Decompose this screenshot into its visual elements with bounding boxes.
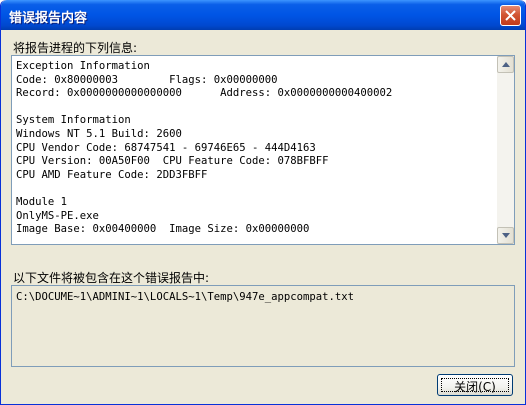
close-button[interactable]: 关闭(C)	[437, 374, 513, 396]
window-title: 错误报告内容	[9, 11, 88, 26]
scroll-down-button[interactable]	[497, 227, 514, 244]
close-button-label: 关闭(C)	[454, 380, 496, 394]
vertical-scrollbar[interactable]	[497, 56, 514, 244]
title-close-button[interactable]	[500, 5, 521, 26]
close-x-icon	[505, 10, 516, 21]
info-label: 将报告进程的下列信息:	[13, 41, 138, 55]
info-text: Exception Information Code: 0x80000003 F…	[16, 60, 393, 236]
files-listbox[interactable]: C:\DOCUME~1\ADMINI~1\LOCALS~1\Temp\947e_…	[11, 285, 515, 367]
info-textbox[interactable]: Exception Information Code: 0x80000003 F…	[11, 55, 515, 245]
arrow-up-icon	[502, 62, 510, 67]
error-report-dialog: 错误报告内容 将报告进程的下列信息: Exception Information…	[0, 0, 526, 405]
scroll-up-button[interactable]	[497, 56, 514, 73]
arrow-down-icon	[502, 233, 510, 238]
file-path[interactable]: C:\DOCUME~1\ADMINI~1\LOCALS~1\Temp\947e_…	[16, 291, 354, 303]
title-bar[interactable]: 错误报告内容	[1, 0, 525, 30]
files-label: 以下文件将被包含在这个错误报告中:	[13, 271, 210, 285]
